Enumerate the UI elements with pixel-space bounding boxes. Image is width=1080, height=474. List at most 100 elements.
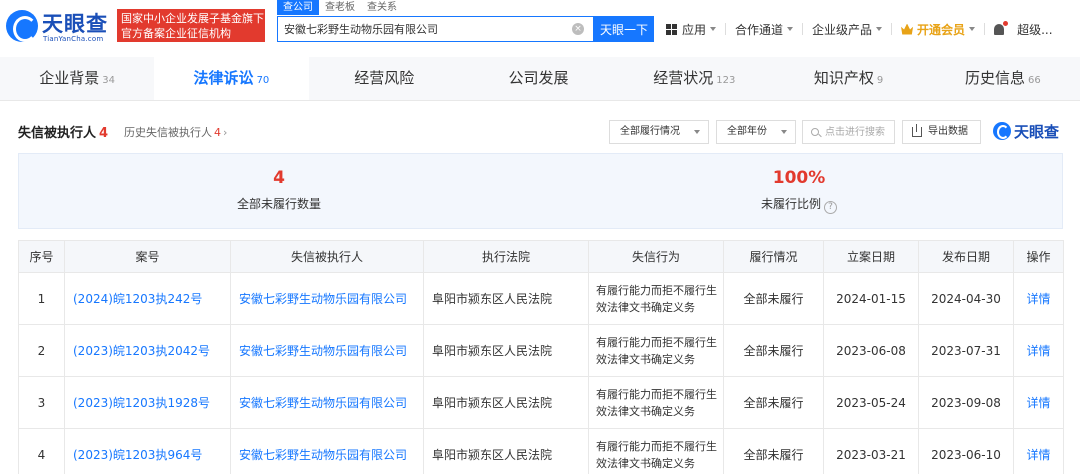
cell-court: 阜阳市颍东区人民法院	[423, 376, 589, 429]
party-link[interactable]: 安徽七彩野生动物乐园有限公司	[230, 324, 424, 377]
tab-legal-litigation[interactable]: 法律诉讼 70	[154, 57, 309, 100]
tab-count: 123	[716, 75, 736, 86]
export-label: 导出数据	[928, 126, 968, 137]
tab-history[interactable]: 历史信息 66	[926, 57, 1080, 100]
nav-divider	[891, 23, 893, 35]
table-row: 2 (2023)皖1203执2042号 安徽七彩野生动物乐园有限公司 阜阳市颍东…	[18, 324, 1064, 377]
stat-value: 4	[273, 168, 285, 188]
table-row: 3 (2023)皖1203执1928号 安徽七彩野生动物乐园有限公司 阜阳市颍东…	[18, 376, 1064, 429]
cell-filed-date: 2023-03-21	[823, 428, 919, 474]
detail-link[interactable]: 详情	[1013, 272, 1064, 325]
nav-apps[interactable]: 应用	[666, 21, 717, 38]
help-icon[interactable]: ?	[824, 201, 837, 214]
nav-channel[interactable]: 合作通道	[735, 21, 794, 38]
search-box: ×	[277, 16, 594, 42]
nav-enterprise[interactable]: 企业级产品	[812, 21, 883, 38]
case-number-link[interactable]: (2023)皖1203执2042号	[64, 324, 231, 377]
nav-vip[interactable]: 开通会员	[901, 21, 976, 38]
search-tab-company[interactable]: 查公司	[277, 0, 319, 15]
detail-link[interactable]: 详情	[1013, 428, 1064, 474]
table-search-input[interactable]	[825, 121, 893, 143]
logo-domain: TianYanCha.com	[43, 35, 104, 43]
col-header-status: 履行情况	[723, 240, 824, 273]
unread-dot	[1003, 20, 1009, 26]
export-icon	[912, 124, 922, 137]
nav-divider	[984, 23, 986, 35]
search-icon	[811, 128, 819, 136]
cell-published-date: 2023-09-08	[918, 376, 1014, 429]
logo-eye-icon	[6, 10, 38, 42]
nav-divider	[802, 23, 804, 35]
tab-count: 70	[256, 75, 270, 86]
history-dishonest-link[interactable]: 历史失信被执行人 4 ›	[124, 124, 227, 140]
user-menu[interactable]: 超级...	[1017, 21, 1052, 38]
nav-divider	[725, 23, 727, 35]
nav-vip-label: 开通会员	[917, 22, 966, 37]
search-button[interactable]: 天眼一下	[594, 16, 654, 42]
site-logo[interactable]: 天眼查 TianYanCha.com	[6, 8, 114, 46]
section-title: 失信被执行人 4	[18, 122, 108, 141]
cell-court: 阜阳市颍东区人民法院	[423, 324, 589, 377]
nav-notifications[interactable]	[994, 20, 1009, 35]
cell-filed-date: 2023-05-24	[823, 376, 919, 429]
tab-label: 经营风险	[354, 69, 415, 87]
tab-label: 知识产权	[813, 69, 874, 87]
gov-badge[interactable]: 国家中小企业发展子基金旗下 官方备案企业征信机构	[117, 9, 265, 42]
stat-value: 100%	[772, 168, 826, 188]
gov-badge-line1: 国家中小企业发展子基金旗下	[121, 12, 264, 25]
table-header-row: 序号 案号 失信被执行人 执行法院 失信行为 履行情况 立案日期 发布日期 操作	[18, 240, 1064, 273]
logo-name: 天眼查	[42, 12, 108, 36]
status-filter-dropdown[interactable]: 全部履行情况	[609, 120, 709, 144]
party-link[interactable]: 安徽七彩野生动物乐园有限公司	[230, 272, 424, 325]
tab-business-risk[interactable]: 经营风险	[309, 57, 463, 100]
year-filter-dropdown[interactable]: 全部年份	[716, 120, 796, 144]
cell-status: 全部未履行	[723, 272, 824, 325]
tab-label: 企业背景	[39, 69, 100, 87]
case-number-link[interactable]: (2024)皖1203执242号	[64, 272, 231, 325]
cell-status: 全部未履行	[723, 324, 824, 377]
detail-link[interactable]: 详情	[1013, 376, 1064, 429]
brand-name: 天眼查	[1014, 122, 1060, 141]
cell-published-date: 2024-04-30	[918, 272, 1014, 325]
stat-label: 全部未履行数量	[236, 197, 321, 211]
case-number-link[interactable]: (2023)皖1203执964号	[64, 428, 231, 474]
nav-enterprise-label: 企业级产品	[812, 22, 873, 37]
party-link[interactable]: 安徽七彩野生动物乐园有限公司	[230, 376, 424, 429]
cell-behavior: 有履行能力而拒不履行生效法律文书确定义务	[588, 376, 724, 429]
col-header-published-date: 发布日期	[918, 240, 1014, 273]
gov-badge-line2: 官方备案企业征信机构	[121, 27, 231, 40]
tab-enterprise-background[interactable]: 企业背景 34	[0, 57, 154, 100]
tab-company-development[interactable]: 公司发展	[463, 57, 617, 100]
export-data-button[interactable]: 导出数据	[902, 120, 981, 144]
search-tab-relation[interactable]: 查关系	[361, 0, 403, 15]
cell-published-date: 2023-07-31	[918, 324, 1014, 377]
search-tab-boss[interactable]: 查老板	[319, 0, 361, 15]
search-type-tabs: 查公司 查老板 查关系	[277, 0, 403, 15]
tab-intellectual-property[interactable]: 知识产权 9	[771, 57, 925, 100]
col-header-no: 序号	[18, 240, 65, 273]
stat-unfulfilled-count: 4 全部未履行数量	[19, 154, 539, 228]
tab-business-status[interactable]: 经营状况 123	[617, 57, 771, 100]
chevron-down-icon	[876, 27, 883, 31]
cell-published-date: 2023-06-10	[918, 428, 1014, 474]
cell-no: 1	[18, 272, 65, 325]
cell-status: 全部未履行	[723, 376, 824, 429]
bell-icon	[994, 20, 1009, 35]
detail-link[interactable]: 详情	[1013, 324, 1064, 377]
table-search	[802, 120, 895, 144]
col-header-case-no: 案号	[64, 240, 231, 273]
chevron-down-icon	[694, 130, 700, 134]
chevron-down-icon	[781, 130, 787, 134]
col-header-party: 失信被执行人	[230, 240, 424, 273]
cell-filed-date: 2024-01-15	[823, 272, 919, 325]
top-nav: 应用 合作通道 企业级产品 开通会员 超级...	[666, 19, 1053, 39]
cell-court: 阜阳市颍东区人民法院	[423, 428, 589, 474]
clear-icon[interactable]: ×	[572, 23, 584, 35]
brand-watermark-logo: 天眼查	[993, 120, 1059, 142]
search-input[interactable]	[278, 17, 568, 41]
party-link[interactable]: 安徽七彩野生动物乐园有限公司	[230, 428, 424, 474]
cell-no: 3	[18, 376, 65, 429]
chevron-right-icon: ›	[223, 126, 228, 139]
case-number-link[interactable]: (2023)皖1203执1928号	[64, 376, 231, 429]
tab-count: 9	[876, 75, 884, 86]
